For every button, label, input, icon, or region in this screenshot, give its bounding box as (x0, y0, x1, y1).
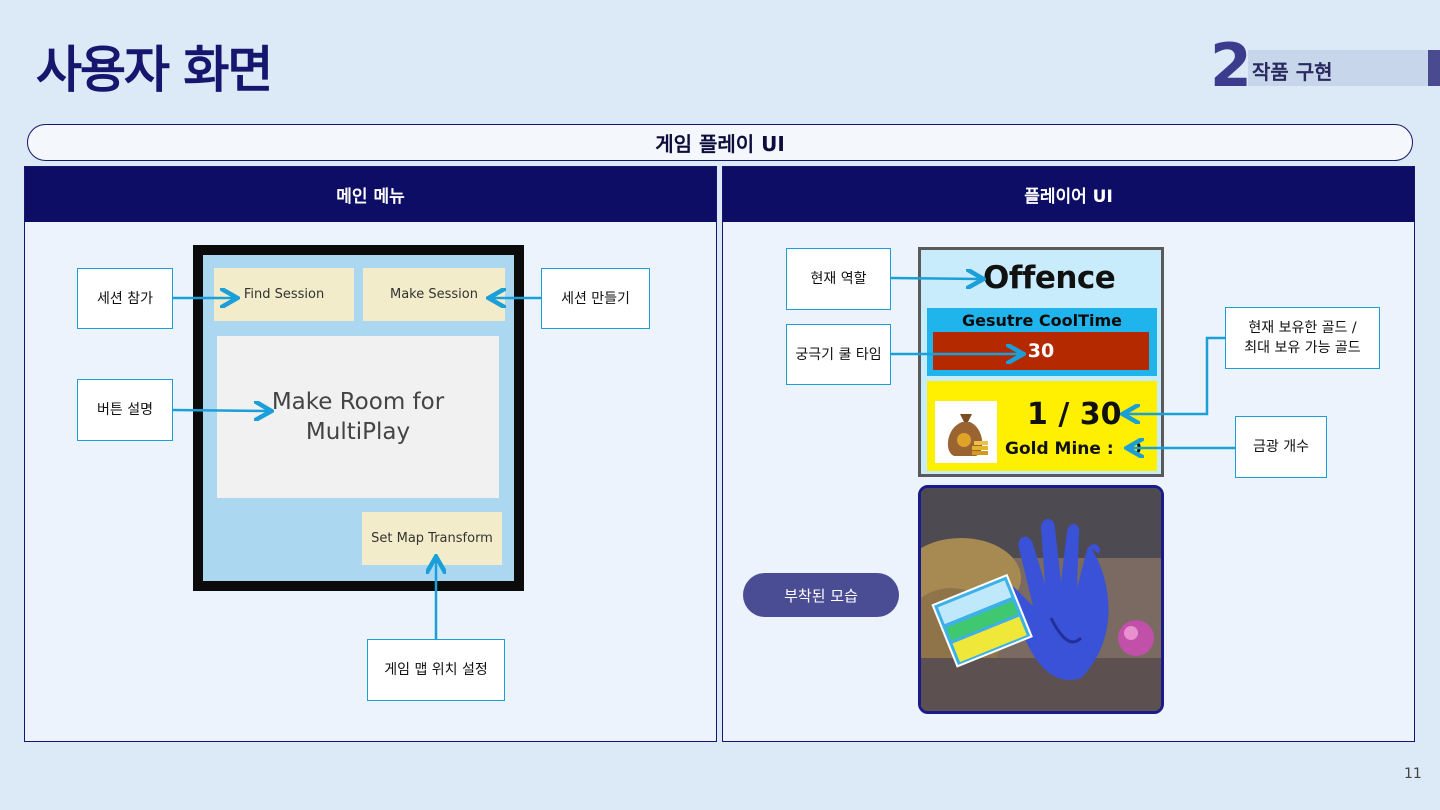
ultimate-cooldown-callout: 궁극기 쿨 타임 (786, 324, 891, 385)
subheader-pill: 게임 플레이 UI (27, 124, 1413, 161)
gold-capacity-line2: 최대 보유 가능 골드 (1244, 340, 1361, 356)
main-menu-background: Find Session Make Session Make Room for … (203, 255, 514, 581)
gold-capacity-callout: 현재 보유한 골드 / 최대 보유 가능 골드 (1225, 307, 1380, 369)
gold-capacity-line1: 현재 보유한 골드 / (1248, 320, 1357, 336)
attached-view-badge: 부착된 모습 (743, 573, 899, 617)
player-hud-screenshot: Offence Gesutre CoolTime 30 1 / 30 Gold … (918, 247, 1164, 477)
section-bar-accent (1428, 50, 1440, 86)
map-position-callout: 게임 맵 위치 설정 (367, 639, 505, 701)
set-map-transform-button[interactable]: Set Map Transform (362, 512, 502, 565)
create-session-callout: 세션 만들기 (541, 268, 650, 329)
main-menu-panel-title: 메인 메뉴 (25, 167, 716, 222)
cooldown-label: Gesutre CoolTime (962, 311, 1122, 330)
section-number: 2 (1210, 31, 1252, 101)
button-description-callout: 버튼 설명 (77, 379, 173, 441)
cooldown-box: Gesutre CoolTime 30 (927, 308, 1157, 376)
find-session-button[interactable]: Find Session (214, 268, 354, 321)
player-ui-panel-title: 플레이어 UI (723, 167, 1414, 222)
money-bag-icon (935, 401, 997, 463)
page-number: 11 (1404, 766, 1422, 782)
make-session-button[interactable]: Make Session (363, 268, 505, 321)
make-room-description: Make Room for MultiPlay (217, 336, 499, 498)
main-menu-screenshot: Find Session Make Session Make Room for … (193, 245, 524, 591)
cooldown-value: 30 (933, 332, 1149, 370)
join-session-callout: 세션 참가 (77, 268, 173, 329)
gold-mine-label: Gold Mine : (1005, 439, 1114, 459)
section-indicator: 2 작품 구현 (1210, 31, 1440, 101)
gold-mine-callout: 금광 개수 (1235, 416, 1327, 478)
main-menu-panel: 메인 메뉴 Find Session Make Session Make Roo… (24, 166, 717, 742)
player-hud-background: Offence Gesutre CoolTime 30 1 / 30 Gold … (921, 250, 1161, 474)
gold-mine-row: Gold Mine : 0 (1005, 439, 1141, 459)
current-role-text: Offence (983, 260, 1116, 296)
section-label: 작품 구현 (1252, 60, 1333, 84)
current-role-callout: 현재 역할 (786, 248, 891, 310)
make-room-line1: Make Room for (271, 389, 445, 415)
gold-box: 1 / 30 Gold Mine : 0 (927, 381, 1157, 471)
gold-amount: 1 / 30 (1027, 397, 1122, 432)
gold-mine-value: 0 (1129, 439, 1142, 459)
attached-hud-photo (918, 485, 1164, 714)
vr-hand-image (921, 488, 1161, 711)
player-ui-panel: 플레이어 UI Offence Gesutre CoolTime 30 1 / … (722, 166, 1415, 742)
make-room-line2: MultiPlay (305, 419, 411, 445)
slide-title: 사용자 화면 (36, 41, 273, 99)
